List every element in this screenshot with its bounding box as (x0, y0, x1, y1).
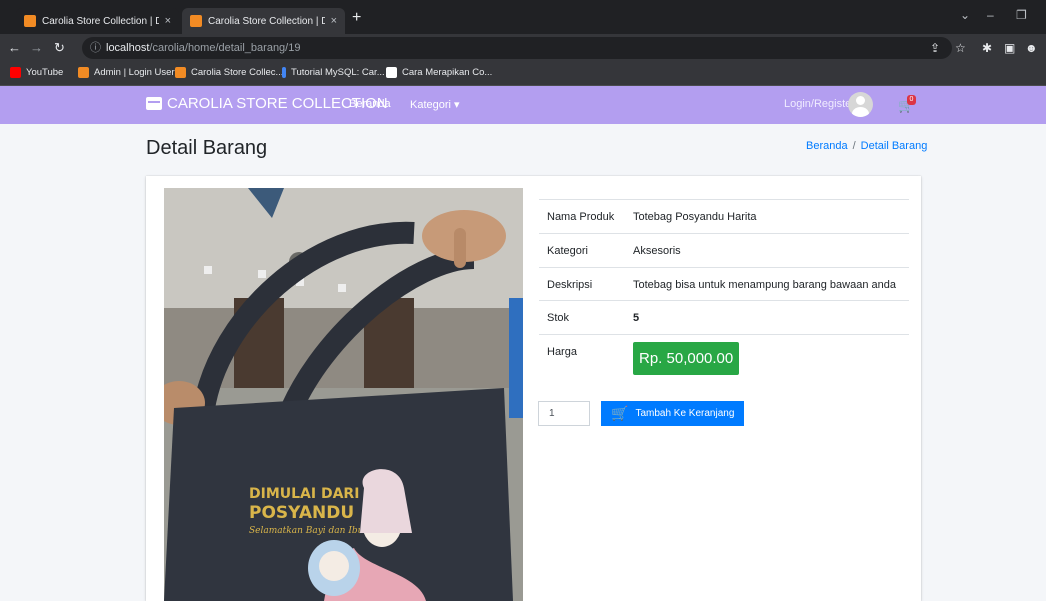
bookmark-cara-merapikan[interactable]: Cara Merapikan Co... (386, 67, 492, 78)
bookmark-youtube[interactable]: YouTube (10, 67, 63, 78)
breadcrumb: Beranda / Detail Barang (806, 140, 927, 152)
close-tab-icon[interactable]: × (165, 15, 171, 27)
bookmark-tutorial-mysql[interactable]: Tutorial MySQL: Car... (282, 67, 385, 78)
breadcrumb-beranda[interactable]: Beranda (806, 140, 848, 152)
product-category: Aksesoris (633, 245, 681, 257)
bag-print-line1: DIMULAI DARI (249, 486, 359, 502)
bookmark-label: YouTube (26, 67, 64, 78)
url-path: /carolia/home/detail_barang/19 (149, 42, 301, 54)
back-icon[interactable]: ← (8, 40, 21, 55)
browser-tab-bar: Carolia Store Collection | Dashbo × Caro… (0, 0, 1046, 34)
doc-icon (282, 67, 286, 78)
detail-row-deskripsi: Deskripsi Totebag bisa untuk menampung b… (539, 267, 909, 300)
page-title: Detail Barang (146, 137, 268, 159)
bag-print-line2: POSYANDU (249, 503, 354, 523)
favicon-icon (78, 67, 89, 78)
browser-tab-dashboard[interactable]: Carolia Store Collection | Dashbo × (16, 8, 179, 34)
tab-title: Carolia Store Collection | Dashbo (42, 15, 159, 27)
favicon-icon (190, 15, 202, 27)
share-icon[interactable]: ⇪ (930, 41, 940, 55)
detail-label: Harga (547, 346, 577, 358)
bookmark-admin-login[interactable]: Admin | Login User (78, 67, 175, 78)
nav-kategori-dropdown[interactable]: Kategori ▾ (410, 98, 460, 111)
bookmark-label: Tutorial MySQL: Car... (291, 67, 385, 78)
reload-icon[interactable]: ↻ (54, 40, 65, 56)
browser-address-bar: ← → ↻ ⓘ localhost/carolia/home/detail_ba… (0, 34, 1046, 62)
profile-icon[interactable]: ☻ (1025, 41, 1038, 55)
nav-beranda[interactable]: Beranda (349, 98, 391, 110)
url-field[interactable]: ⓘ localhost/carolia/home/detail_barang/1… (82, 37, 952, 59)
bookmark-carolia-store[interactable]: Carolia Store Collec... (175, 67, 283, 78)
bookmarks-bar: YouTube Admin | Login User Carolia Store… (0, 62, 1046, 86)
breadcrumb-separator: / (852, 140, 856, 152)
product-image: DIMULAI DARI POSYANDU Selamatkan Bayi da… (164, 188, 523, 601)
add-to-cart-label: Tambah Ke Keranjang (635, 408, 735, 419)
favicon-icon (24, 15, 36, 27)
arrow-icon (386, 67, 397, 78)
product-stock: 5 (633, 312, 640, 324)
youtube-icon (10, 67, 21, 78)
detail-label: Kategori (547, 245, 588, 257)
bookmark-label: Carolia Store Collec... (191, 67, 284, 78)
quantity-input[interactable]: 1 (538, 401, 590, 426)
detail-row-nama-produk: Nama Produk Totebag Posyandu Harita (539, 199, 909, 233)
url-host: localhost (106, 42, 150, 54)
close-tab-icon[interactable]: × (331, 15, 337, 27)
extensions-icon[interactable]: ✱ (982, 41, 992, 55)
add-to-cart-button[interactable]: 🛒 Tambah Ke Keranjang (601, 401, 744, 426)
breadcrumb-current: Detail Barang (860, 140, 928, 152)
bookmark-star-icon[interactable]: ☆ (955, 41, 966, 55)
detail-label: Nama Produk (547, 211, 615, 223)
restore-icon[interactable]: ❐ (1016, 8, 1027, 22)
login-register-link[interactable]: Login/Register (784, 98, 855, 110)
bookmark-label: Cara Merapikan Co... (402, 67, 493, 78)
price-badge: Rp. 50,000.00 (633, 342, 740, 375)
detail-row-kategori: Kategori Aksesoris (539, 233, 909, 267)
tab-search-icon[interactable]: ⌄ (960, 8, 970, 22)
site-info-icon[interactable]: ⓘ (90, 37, 101, 59)
detail-label: Stok (547, 312, 570, 324)
detail-label: Deskripsi (547, 279, 593, 291)
tab-title: Carolia Store Collection | Detail B (208, 15, 325, 27)
new-tab-button[interactable]: + (352, 9, 361, 27)
cart-plus-icon: 🛒 (611, 405, 629, 421)
product-detail-table: Nama Produk Totebag Posyandu Harita Kate… (539, 199, 909, 394)
minimize-icon[interactable]: – (987, 8, 994, 22)
product-name: Totebag Posyandu Harita (633, 211, 757, 223)
detail-row-harga: Harga Rp. 50,000.00 (539, 334, 909, 394)
store-icon (146, 97, 162, 110)
detail-row-stok: Stok 5 (539, 300, 909, 334)
favicon-icon (175, 67, 186, 78)
site-navbar: CAROLIA STORE COLLECTION Beranda Kategor… (0, 86, 1046, 124)
side-panel-icon[interactable]: ▣ (1004, 41, 1015, 55)
browser-tab-detail[interactable]: Carolia Store Collection | Detail B × (182, 8, 345, 34)
forward-icon[interactable]: → (30, 40, 43, 55)
bag-print-line3: Selamatkan Bayi dan Ibu (249, 526, 364, 536)
product-description: Totebag bisa untuk menampung barang bawa… (633, 279, 896, 291)
bookmark-label: Admin | Login User (94, 67, 175, 78)
cart-count-badge: 0 (907, 95, 916, 105)
avatar[interactable] (848, 92, 873, 117)
